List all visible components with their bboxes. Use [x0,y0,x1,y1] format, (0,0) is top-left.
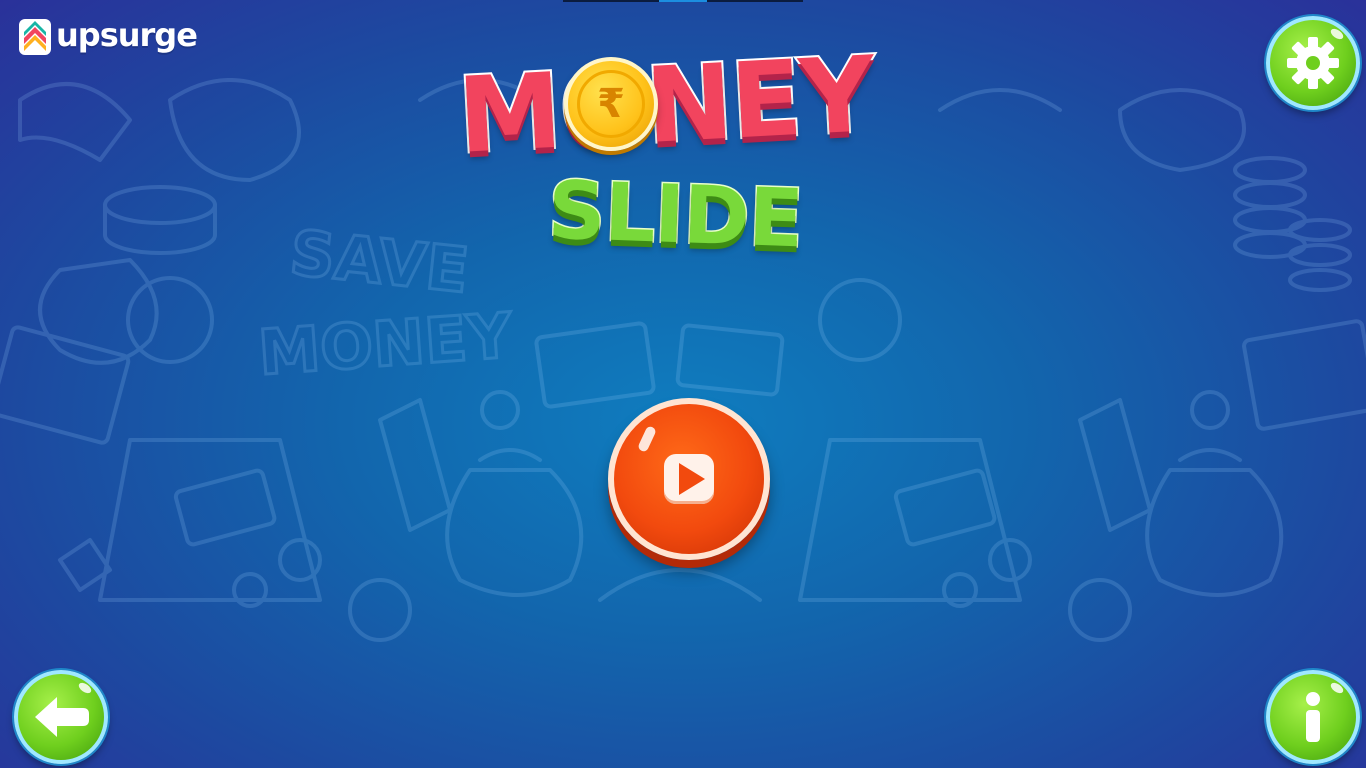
upsurge-logo: upsurge [18,16,198,56]
back-button[interactable] [14,670,108,764]
title-money: MONEY [453,31,878,179]
settings-button[interactable] [1266,16,1360,110]
back-arrow-icon [35,697,89,737]
save-doodle-text: SAVE [287,216,472,307]
money-doodle-text: MONEY [256,299,515,390]
title-slide: SLIDE [545,162,806,267]
info-button[interactable] [1266,670,1360,764]
top-progress-strip [563,0,803,2]
top-progress-accent [659,0,707,2]
game-title: MONEY ₹ SLIDE [450,31,920,285]
brand-name: upsurge [56,16,198,54]
play-icon [664,454,714,504]
rupee-symbol: ₹ [577,70,645,138]
play-button[interactable] [608,398,770,560]
gear-icon [1287,37,1339,89]
upsurge-logo-icon [19,19,51,55]
info-icon [1306,692,1320,742]
rupee-coin-icon: ₹ [564,57,658,151]
